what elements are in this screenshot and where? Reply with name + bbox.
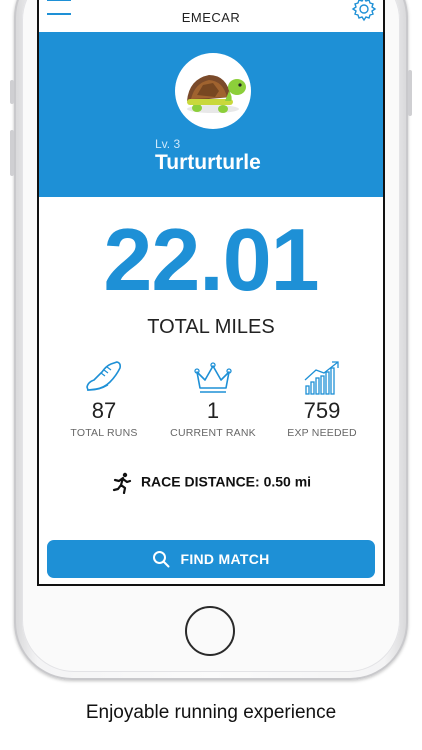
stat-value: 1 (206, 398, 220, 423)
profile-header: Lv. 3 Turturturle (39, 32, 383, 197)
runner-icon (112, 472, 132, 495)
stat-total-runs: 87 TOTAL RUNS (49, 360, 159, 439)
level-label: Lv. 3 (155, 137, 181, 151)
home-button[interactable] (185, 606, 235, 656)
find-match-button[interactable]: FIND MATCH (47, 540, 375, 578)
crown-icon (194, 362, 232, 393)
race-distance: RACE DISTANCE: 0.50 mi (39, 472, 383, 495)
top-bar: EMECAR (39, 0, 383, 32)
stat-label: CURRENT RANK (170, 427, 256, 439)
gear-icon[interactable] (351, 0, 377, 22)
race-distance-label: RACE DISTANCE: 0.50 mi (140, 473, 312, 490)
stat-label: EXP NEEDED (287, 427, 357, 439)
phone-side-button (10, 130, 14, 176)
avatar[interactable] (175, 53, 251, 129)
username: Turturturle (155, 151, 261, 174)
phone-side-button (408, 70, 412, 116)
running-shoe-icon (86, 361, 121, 391)
app-title: EMECAR (181, 10, 241, 25)
growth-chart-icon (304, 361, 339, 395)
caption-text: Enjoyable running experience (85, 702, 337, 723)
stat-label: TOTAL RUNS (70, 427, 138, 439)
stat-current-rank: 1 CURRENT RANK (158, 360, 268, 439)
stat-exp-needed: 759 EXP NEEDED (267, 360, 377, 439)
total-miles-label: TOTAL MILES (147, 316, 275, 338)
stat-value: 87 (91, 398, 117, 423)
stat-value: 759 (303, 398, 341, 423)
app-screen: EMECAR Lv. 3 Turturturle 22.01 TOTAL MIL… (37, 0, 385, 586)
turtle-icon (187, 75, 246, 113)
find-match-label: FIND MATCH (180, 551, 270, 567)
search-icon (153, 551, 170, 568)
phone-side-button (10, 80, 14, 104)
total-miles-value: 22.01 (103, 210, 319, 309)
